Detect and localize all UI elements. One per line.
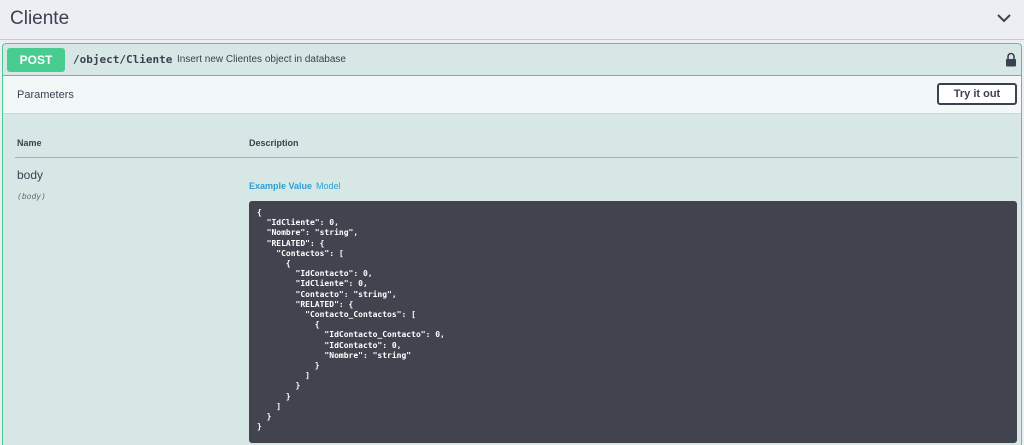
example-tabs: Example Value Model: [249, 181, 341, 191]
lock-icon[interactable]: [1005, 52, 1017, 67]
method-badge: POST: [7, 48, 65, 72]
tag-header-cliente[interactable]: Cliente: [0, 0, 1024, 40]
operation-description: Insert new Clientes object in database: [177, 54, 346, 65]
tab-model[interactable]: Model: [316, 181, 341, 191]
column-header-name: Name: [17, 138, 42, 148]
try-it-out-button[interactable]: Try it out: [937, 83, 1017, 105]
example-value-box[interactable]: { "IdCliente": 0, "Nombre": "string", "R…: [249, 201, 1017, 443]
column-header-description: Description: [249, 138, 299, 148]
operation-path: /object/Cliente: [73, 53, 173, 66]
tag-title: Cliente: [10, 8, 70, 29]
param-location: (body): [17, 192, 46, 201]
example-json-code: { "IdCliente": 0, "Nombre": "string", "R…: [257, 208, 445, 432]
parameters-title: Parameters: [17, 89, 74, 101]
operation-block-post-cliente: POST /object/Cliente Insert new Clientes…: [2, 43, 1022, 445]
operation-summary[interactable]: POST /object/Cliente Insert new Clientes…: [3, 44, 1021, 76]
param-name: body: [17, 168, 44, 182]
parameters-header: Parameters Try it out: [3, 76, 1021, 114]
tab-example-value[interactable]: Example Value: [249, 181, 312, 191]
chevron-down-icon[interactable]: [996, 10, 1012, 26]
table-divider: [15, 157, 1018, 158]
